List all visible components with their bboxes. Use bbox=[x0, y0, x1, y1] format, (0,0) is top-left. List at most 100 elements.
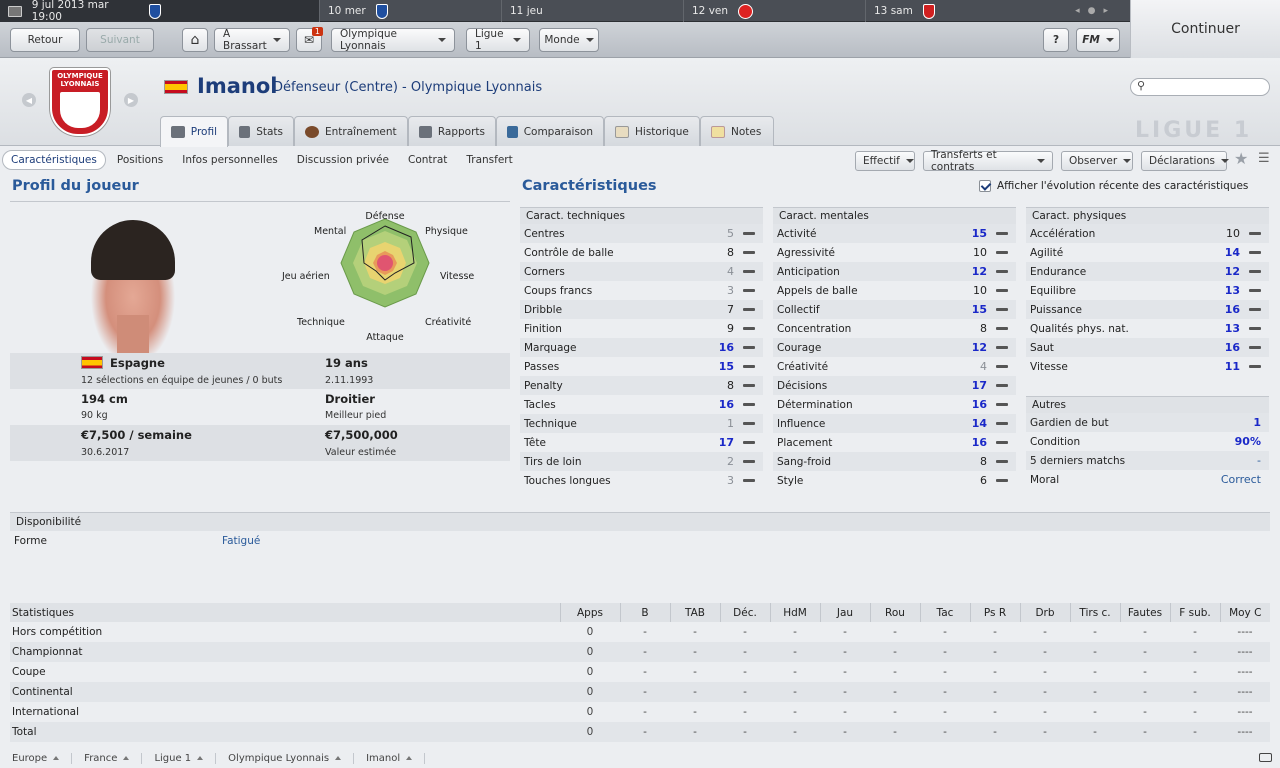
attribute-row[interactable]: Créativité 4 bbox=[773, 357, 1016, 376]
attribute-row[interactable]: Influence 14 bbox=[773, 414, 1016, 433]
attribute-row[interactable]: Condition 90% bbox=[1026, 432, 1269, 451]
nationality[interactable]: Espagne bbox=[110, 356, 165, 370]
tab-stats[interactable]: Stats bbox=[228, 116, 294, 146]
declarations-dropdown[interactable]: Déclarations bbox=[1141, 151, 1230, 171]
stats-column-header[interactable]: B bbox=[619, 603, 670, 622]
tab-comparison[interactable]: Comparaison bbox=[496, 116, 604, 146]
transfers-dropdown[interactable]: Transferts et contrats bbox=[923, 149, 1053, 173]
stats-column-header[interactable]: Drb bbox=[1019, 603, 1070, 622]
attribute-row[interactable]: Anticipation 12 bbox=[773, 262, 1016, 281]
attribute-row[interactable]: Endurance 12 bbox=[1026, 262, 1269, 281]
attribute-row[interactable]: Penalty 8 bbox=[520, 376, 763, 395]
breadcrumb-item[interactable]: Imanol bbox=[354, 752, 426, 764]
attribute-row[interactable]: Moral Correct bbox=[1026, 470, 1269, 489]
attribute-row[interactable]: Tête 17 bbox=[520, 433, 763, 452]
stats-column-header[interactable]: Ps R bbox=[969, 603, 1020, 622]
stats-column-header[interactable]: Fautes bbox=[1119, 603, 1170, 622]
subnav-transfer[interactable]: Transfert bbox=[458, 151, 520, 169]
checkbox[interactable] bbox=[979, 180, 991, 192]
date-cell[interactable]: 13 sam ◂●▸ bbox=[866, 0, 1130, 22]
window-icon[interactable] bbox=[1259, 753, 1272, 762]
attribute-row[interactable]: Sang-froid 8 bbox=[773, 452, 1016, 471]
breadcrumb-item[interactable]: Ligue 1 bbox=[142, 752, 217, 764]
stats-column-header[interactable]: Tac bbox=[919, 603, 970, 622]
attribute-row[interactable]: Style 6 bbox=[773, 471, 1016, 490]
attribute-row[interactable]: Agilité 14 bbox=[1026, 243, 1269, 262]
attribute-row[interactable]: Tacles 16 bbox=[520, 395, 763, 414]
attribute-row[interactable]: Equilibre 13 bbox=[1026, 281, 1269, 300]
forward-button[interactable]: Suivant bbox=[86, 28, 154, 52]
world-menu[interactable]: Monde bbox=[539, 28, 599, 52]
table-row[interactable]: Coupe 0- - - - - - - - - - - - ---- bbox=[10, 662, 1270, 682]
add-note-icon[interactable]: ☰ bbox=[1258, 151, 1270, 166]
tab-history[interactable]: Historique bbox=[604, 116, 700, 146]
show-evolution-toggle[interactable]: Afficher l'évolution récente des caracté… bbox=[979, 180, 1248, 192]
league-menu[interactable]: Ligue 1 bbox=[466, 28, 530, 52]
star-icon[interactable]: ★ bbox=[1234, 149, 1248, 168]
attribute-row[interactable]: Activité 15 bbox=[773, 224, 1016, 243]
attribute-row[interactable]: Décisions 17 bbox=[773, 376, 1016, 395]
next-player-icon[interactable]: ▶ bbox=[124, 93, 138, 107]
player-role[interactable]: Défenseur (Centre) - Olympique Lyonnais bbox=[273, 80, 542, 95]
stats-column-header[interactable]: Rou bbox=[869, 603, 920, 622]
attribute-row[interactable]: Appels de balle 10 bbox=[773, 281, 1016, 300]
attribute-row[interactable]: Finition 9 bbox=[520, 319, 763, 338]
stats-column-header[interactable]: Statistiques bbox=[10, 603, 560, 622]
help-button[interactable]: ? bbox=[1043, 28, 1069, 52]
stats-column-header[interactable]: Jau bbox=[819, 603, 870, 622]
date-cell[interactable]: 12 ven bbox=[684, 0, 866, 22]
attribute-row[interactable]: Concentration 8 bbox=[773, 319, 1016, 338]
stats-column-header[interactable]: TAB bbox=[669, 603, 720, 622]
breadcrumb-item[interactable]: Olympique Lyonnais bbox=[216, 752, 355, 764]
table-row[interactable]: Hors compétition 0- - - - - - - - - - - - ---- bbox=[10, 622, 1270, 642]
attribute-row[interactable]: Agressivité 10 bbox=[773, 243, 1016, 262]
attribute-row[interactable]: Puissance 16 bbox=[1026, 300, 1269, 319]
breadcrumb-item[interactable]: Europe bbox=[0, 752, 73, 764]
subnav-personal-info[interactable]: Infos personnelles bbox=[174, 151, 286, 169]
prev-player-icon[interactable]: ◀ bbox=[22, 93, 36, 107]
inbox-button[interactable]: ✉ 1 bbox=[296, 27, 323, 52]
calendar-icon[interactable] bbox=[8, 5, 22, 17]
stats-column-header[interactable]: Déc. bbox=[719, 603, 770, 622]
table-row[interactable]: Continental 0- - - - - - - - - - - - ---- bbox=[10, 682, 1270, 702]
date-cell[interactable]: 11 jeu bbox=[502, 0, 684, 22]
continue-button[interactable]: Continuer bbox=[1130, 0, 1280, 58]
tab-notes[interactable]: Notes bbox=[700, 116, 774, 146]
attribute-row[interactable]: Coups francs 3 bbox=[520, 281, 763, 300]
tab-profil[interactable]: Profil bbox=[160, 116, 228, 147]
back-button[interactable]: Retour bbox=[10, 28, 80, 52]
date-cell-today[interactable]: 9 jul 2013 mar 19:00 bbox=[0, 0, 320, 23]
fm-menu[interactable]: FM bbox=[1076, 28, 1120, 52]
attribute-row[interactable]: Marquage 16 bbox=[520, 338, 763, 357]
attribute-row[interactable]: Technique 1 bbox=[520, 414, 763, 433]
club-menu[interactable]: Olympique Lyonnais bbox=[331, 28, 455, 52]
stats-column-header[interactable]: Moy C bbox=[1219, 603, 1270, 622]
calendar-scroll-icon[interactable]: ◂●▸ bbox=[1075, 6, 1116, 16]
subnav-contract[interactable]: Contrat bbox=[400, 151, 455, 169]
attribute-row[interactable]: Tirs de loin 2 bbox=[520, 452, 763, 471]
attribute-row[interactable]: Courage 12 bbox=[773, 338, 1016, 357]
stats-column-header[interactable]: HdM bbox=[769, 603, 820, 622]
attribute-row[interactable]: Contrôle de balle 8 bbox=[520, 243, 763, 262]
subnav-attributes[interactable]: Caractéristiques bbox=[2, 150, 106, 170]
attribute-row[interactable]: Gardien de but 1 bbox=[1026, 413, 1269, 432]
subnav-private-chat[interactable]: Discussion privée bbox=[289, 151, 397, 169]
attribute-row[interactable]: Corners 4 bbox=[520, 262, 763, 281]
attribute-row[interactable]: Placement 16 bbox=[773, 433, 1016, 452]
tab-training[interactable]: Entraînement bbox=[294, 116, 408, 146]
attribute-row[interactable]: Détermination 16 bbox=[773, 395, 1016, 414]
attribute-row[interactable]: Accélération 10 bbox=[1026, 224, 1269, 243]
stats-column-header[interactable]: F sub. bbox=[1169, 603, 1220, 622]
tab-reports[interactable]: Rapports bbox=[408, 116, 496, 146]
attribute-row[interactable]: 5 derniers matchs - bbox=[1026, 451, 1269, 470]
home-button[interactable]: ⌂ bbox=[182, 28, 208, 52]
attribute-row[interactable]: Qualités phys. nat. 13 bbox=[1026, 319, 1269, 338]
date-cell[interactable]: 10 mer bbox=[320, 0, 502, 22]
stats-column-header[interactable]: Tirs c. bbox=[1069, 603, 1120, 622]
attribute-row[interactable]: Collectif 15 bbox=[773, 300, 1016, 319]
attribute-row[interactable]: Saut 16 bbox=[1026, 338, 1269, 357]
scout-dropdown[interactable]: Observer bbox=[1061, 151, 1133, 171]
attribute-row[interactable]: Passes 15 bbox=[520, 357, 763, 376]
table-row[interactable]: Total 0- - - - - - - - - - - - ---- bbox=[10, 722, 1270, 742]
breadcrumb-item[interactable]: France bbox=[72, 752, 143, 764]
